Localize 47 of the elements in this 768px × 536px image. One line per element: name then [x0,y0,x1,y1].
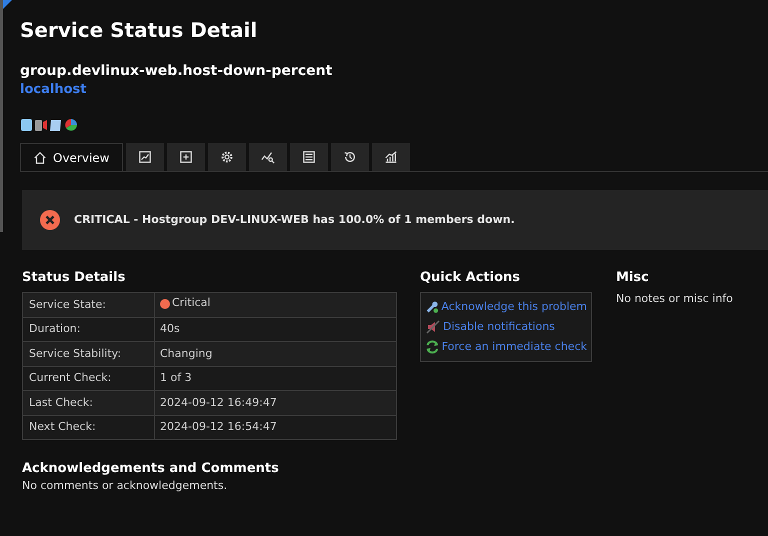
comments-text: No comments or acknowledgements. [22,478,228,494]
tab[interactable] [372,143,410,171]
section-title: Quick Actions [420,269,522,287]
page-icon[interactable] [49,118,63,132]
tab[interactable] [290,143,328,171]
cell-value: Changing [160,346,212,362]
section-title: Misc [616,269,650,287]
pie-chart-icon[interactable] [64,118,78,132]
muted-speaker-icon [425,319,441,335]
tab[interactable] [330,143,368,171]
chart-icon [138,150,152,164]
refresh-icon [425,339,440,355]
page-title: Service Status Detail [20,17,258,44]
tab[interactable]: Overview [20,143,122,171]
table-cell: Service Stability: [22,342,154,366]
cell-value: 2024-09-12 16:54:47 [160,419,277,435]
chart-search-icon [260,150,274,164]
speaker-icon[interactable] [34,118,48,132]
table-cell: Service State: [22,292,154,317]
error-icon [40,210,60,230]
home-icon [33,150,47,164]
alert-message: CRITICAL - Hostgroup DEV-LINUX-WEB has 100.0% of 1 members down. [74,212,515,228]
section-title: Status Details [22,269,126,287]
section-title: Acknowledgements and Comments [22,460,280,478]
plus-icon [178,150,192,164]
host-link[interactable]: localhost [20,81,86,99]
tab[interactable] [126,143,164,171]
cell-value: 2024-09-12 16:49:47 [160,394,277,410]
action-link[interactable]: Disable notifications [443,319,555,335]
tab[interactable] [208,143,246,171]
misc-text: No notes or misc info [616,291,733,307]
table-cell: Next Check: [22,415,154,440]
settings-icon [220,150,234,164]
cell-value: Critical [172,295,210,312]
tab[interactable] [248,143,286,171]
tab[interactable] [166,143,204,171]
cell-value: 1 of 3 [160,370,192,386]
action-link[interactable]: Force an immediate check [442,339,587,355]
list-icon [302,150,316,164]
cell-value: 40s [160,321,180,337]
service-name: group.devlinux-web.host-down-percent [20,62,334,81]
history-icon [342,150,356,164]
bar-chart-icon [384,150,398,164]
action-link[interactable]: Acknowledge this problem [441,299,587,315]
document-icon[interactable] [20,118,33,132]
wrench-icon [425,299,440,315]
table-cell: Last Check: [22,390,154,415]
